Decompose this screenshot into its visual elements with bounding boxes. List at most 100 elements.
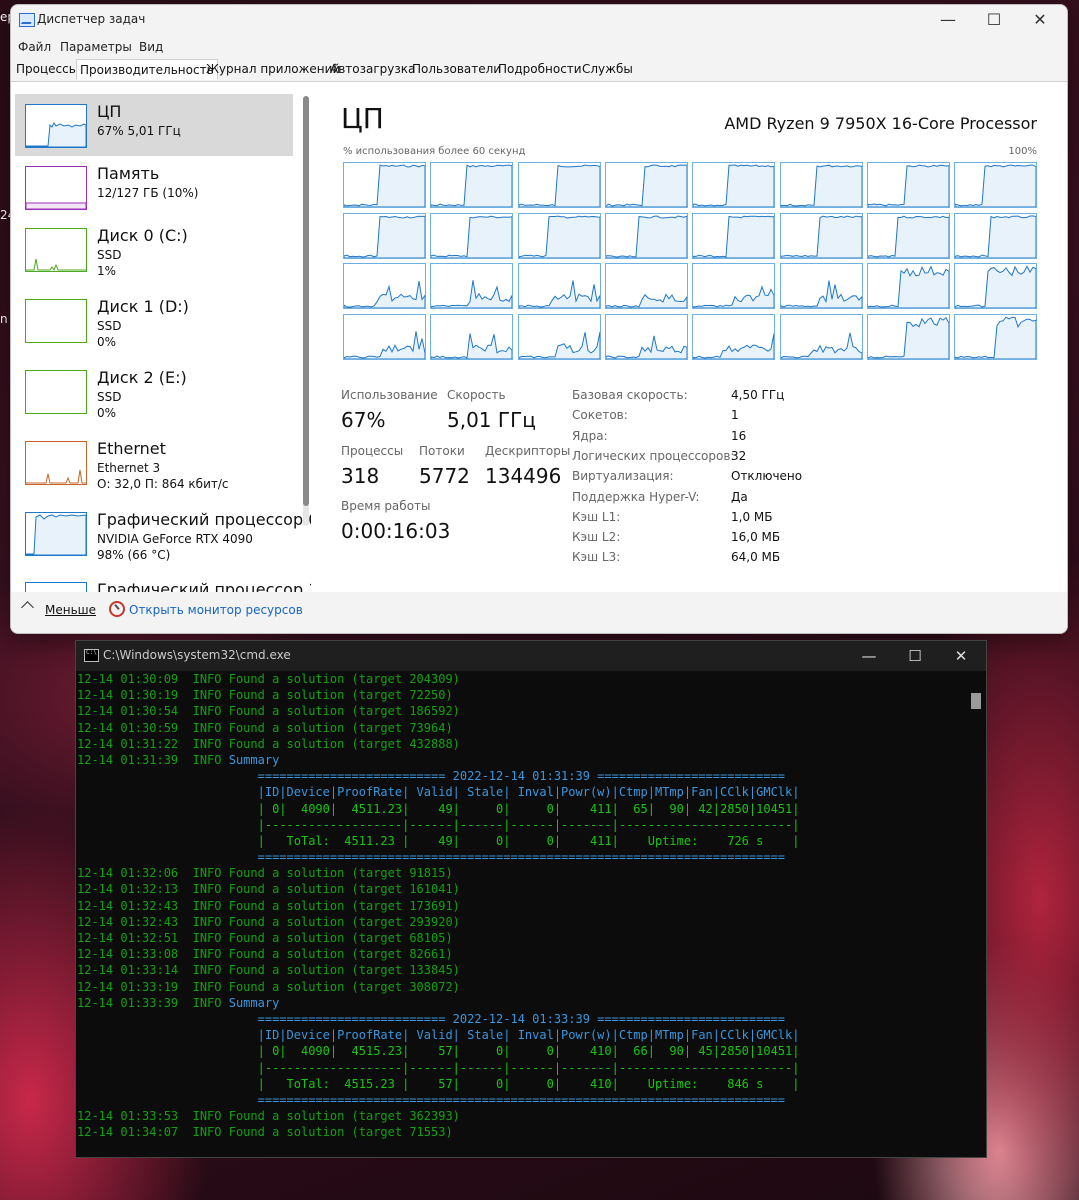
disk-thumbnail-graph xyxy=(25,299,87,343)
logical-processor-graph xyxy=(517,162,601,208)
cmd-window: C:\Windows\system32\cmd.exe — ☐ ✕ 12-14 … xyxy=(75,640,987,1158)
gpu-thumbnail-graph xyxy=(25,582,87,592)
logical-processor-graph xyxy=(692,212,776,259)
sidebar-item-ethernet[interactable]: Ethernet Ethernet 3 О: 32,0 П: 864 кбит/… xyxy=(15,431,293,493)
terminal-line: |-------------------|------|------|-----… xyxy=(77,817,800,832)
cmd-minimize-button[interactable]: — xyxy=(846,641,892,671)
cmd-scrollbar-thumb[interactable] xyxy=(971,693,981,709)
spec-label: Кэш L3: xyxy=(572,550,621,565)
logical-processor-graph xyxy=(604,313,688,360)
minimize-button[interactable]: — xyxy=(925,5,971,37)
sidebar-item-detail: SSD xyxy=(97,319,122,333)
terminal-line: ========================== 2022-12-14 01… xyxy=(77,1011,786,1026)
cmd-title-bar[interactable]: C:\Windows\system32\cmd.exe — ☐ ✕ xyxy=(76,641,986,671)
logical-processor-graph xyxy=(692,313,776,360)
sidebar-item-gpu-0[interactable]: Графический процессор 0 NVIDIA GeForce R… xyxy=(15,502,311,564)
terminal-line: |ID|Device|ProofRate| Valid| Stale| Inva… xyxy=(77,1028,800,1043)
spec-label: Кэш L1: xyxy=(572,509,621,524)
sidebar-item-name: ЦП xyxy=(97,102,122,121)
sidebar-item-disk-0[interactable]: Диск 0 (C:) SSD 1% xyxy=(15,218,293,280)
sidebar-item-gpu-1[interactable]: Графический процессор 1 xyxy=(15,572,311,592)
tab-users[interactable]: Пользователи xyxy=(409,59,504,80)
title-bar[interactable]: Диспетчер задач — ☐ ✕ xyxy=(11,5,1067,37)
menu-file[interactable]: Файл xyxy=(18,40,51,54)
sidebar-item-detail: 12/127 ГБ (10%) xyxy=(97,186,199,200)
scrollbar-thumb[interactable] xyxy=(303,96,309,506)
chevron-up-icon[interactable] xyxy=(21,601,34,614)
logical-processor-graphs xyxy=(343,162,1041,360)
sidebar-item-detail: 67% 5,01 ГГц xyxy=(97,124,181,138)
terminal-line: ========================================… xyxy=(77,850,786,865)
handles-label: Дескрипторы xyxy=(485,444,571,458)
disk-thumbnail-graph xyxy=(25,228,87,272)
terminal-output[interactable]: 12-14 01:30:09 INFO Found a solution (ta… xyxy=(77,671,967,1157)
speed-value: 5,01 ГГц xyxy=(447,408,536,432)
processes-value: 318 xyxy=(341,464,380,488)
uptime-value: 0:00:16:03 xyxy=(341,519,451,543)
logical-processor-graph xyxy=(954,313,1038,360)
close-button[interactable]: ✕ xyxy=(1017,5,1063,37)
desktop-icon-label: n xyxy=(0,312,8,326)
sidebar-item-memory[interactable]: Память 12/127 ГБ (10%) xyxy=(15,156,293,218)
menu-options[interactable]: Параметры xyxy=(60,40,132,54)
fewer-details-link[interactable]: Меньше xyxy=(45,603,96,617)
sidebar-scrollbar[interactable] xyxy=(303,96,309,526)
sidebar-item-name: Диск 0 (C:) xyxy=(97,226,188,245)
sidebar-item-disk-1[interactable]: Диск 1 (D:) SSD 0% xyxy=(15,289,293,351)
tab-startup[interactable]: Автозагрузка xyxy=(327,59,418,80)
cmd-maximize-button[interactable]: ☐ xyxy=(892,641,938,671)
tab-performance[interactable]: Производительность xyxy=(76,59,218,80)
tab-services[interactable]: Службы xyxy=(579,59,636,80)
spec-label: Сокетов: xyxy=(572,408,628,423)
disk-thumbnail-graph xyxy=(25,370,87,414)
menu-bar: Файл Параметры Вид xyxy=(11,37,1067,59)
sidebar-item-detail: 0% xyxy=(97,406,117,420)
logical-processor-graph xyxy=(343,313,426,360)
spec-label: Ядра: xyxy=(572,428,608,443)
spec-value: Да xyxy=(731,489,748,504)
graph-max-label: 100% xyxy=(1008,146,1037,157)
logical-processor-graph xyxy=(779,162,863,208)
spec-label: Кэш L2: xyxy=(572,530,621,545)
terminal-line: 12-14 01:33:39 INFO Summary xyxy=(77,995,280,1010)
sidebar-item-detail: 1% xyxy=(97,264,117,278)
sidebar-item-detail: 98% (66 °C) xyxy=(97,548,171,562)
sidebar-item-detail: SSD xyxy=(97,390,122,404)
logical-processor-graph xyxy=(430,263,514,309)
footer: Меньше Открыть монитор ресурсов xyxy=(11,593,1067,633)
tab-details[interactable]: Подробности xyxy=(495,59,585,80)
terminal-line: 12-14 01:30:54 INFO Found a solution (ta… xyxy=(77,704,460,719)
cmd-close-button[interactable]: ✕ xyxy=(938,641,984,671)
open-resource-monitor-link[interactable]: Открыть монитор ресурсов xyxy=(129,603,303,617)
terminal-line: 12-14 01:32:43 INFO Found a solution (ta… xyxy=(77,898,460,913)
uptime-label: Время работы xyxy=(341,499,431,513)
terminal-line: 12-14 01:31:39 INFO Summary xyxy=(77,752,280,767)
terminal-line: 12-14 01:32:13 INFO Found a solution (ta… xyxy=(77,882,460,897)
sidebar-item-name: Диск 1 (D:) xyxy=(97,297,189,316)
logical-processor-graph xyxy=(430,313,514,360)
sidebar-item-detail: NVIDIA GeForce RTX 4090 xyxy=(97,532,253,546)
ethernet-thumbnail-graph xyxy=(25,441,87,485)
sidebar-item-name: Графический процессор 0 xyxy=(97,510,311,529)
tab-app-history[interactable]: Журнал приложений xyxy=(203,59,343,80)
maximize-button[interactable]: ☐ xyxy=(971,5,1017,37)
cpu-thumbnail-graph xyxy=(25,104,87,148)
spec-value: 16,0 МБ xyxy=(731,530,781,545)
speed-label: Скорость xyxy=(447,388,506,402)
task-manager-icon xyxy=(19,13,35,27)
logical-processor-graph xyxy=(343,162,426,208)
spec-label: Логических процессоров: xyxy=(572,448,735,463)
sidebar-item-disk-2[interactable]: Диск 2 (E:) SSD 0% xyxy=(15,360,293,422)
logical-processor-graph xyxy=(866,212,950,259)
usage-label: Использование xyxy=(341,388,438,402)
terminal-line: 12-14 01:33:08 INFO Found a solution (ta… xyxy=(77,947,453,962)
sidebar-item-detail: SSD xyxy=(97,248,122,262)
spec-label: Виртуализация: xyxy=(572,469,674,484)
threads-label: Потоки xyxy=(419,444,465,458)
tab-processes[interactable]: Процессы xyxy=(13,59,81,80)
terminal-line: 12-14 01:32:43 INFO Found a solution (ta… xyxy=(77,914,460,929)
logical-processor-graph xyxy=(430,212,514,259)
logical-processor-graph xyxy=(604,162,688,208)
sidebar-item-cpu[interactable]: ЦП 67% 5,01 ГГц xyxy=(15,94,293,156)
menu-view[interactable]: Вид xyxy=(139,40,163,54)
